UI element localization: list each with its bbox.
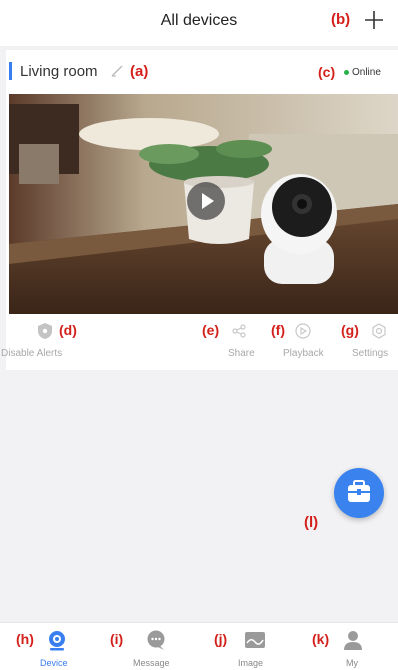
annotation-c: (c): [318, 64, 336, 80]
annotation-e: (e): [202, 322, 220, 338]
toolbox-icon: [348, 480, 370, 502]
annotation-g: (g): [341, 322, 359, 338]
tab-message[interactable]: (i) Message: [100, 623, 200, 670]
edit-name-button[interactable]: [110, 64, 124, 83]
settings-button[interactable]: (g) Settings: [341, 320, 398, 365]
tab-image[interactable]: (j) Image: [200, 623, 300, 670]
tab-image-label: Image: [238, 658, 264, 668]
share-label: Share: [228, 348, 255, 359]
image-icon: [245, 632, 265, 648]
share-icon: [232, 324, 246, 338]
settings-icon: [372, 323, 386, 339]
tab-device[interactable]: (h) Device: [0, 623, 100, 670]
tab-my[interactable]: (k) My: [300, 623, 398, 670]
chat-icon: [147, 630, 165, 650]
device-card: Living room (a) (c) Online (d) Disable A…: [1, 50, 398, 370]
plus-icon: [365, 11, 383, 29]
device-name: Living room: [20, 63, 98, 80]
tab-device-label: Device: [40, 658, 68, 668]
camera-icon: [49, 631, 65, 651]
annotation-i: (i): [110, 631, 124, 647]
annotation-l: (l): [304, 514, 319, 531]
playback-label: Playback: [283, 348, 324, 359]
camera-preview[interactable]: [9, 94, 398, 314]
annotation-k: (k): [312, 631, 330, 647]
play-button[interactable]: [187, 182, 225, 220]
top-bar: All devices (b): [0, 0, 398, 46]
disable-alerts-button[interactable]: (d) Disable Alerts: [1, 320, 96, 365]
annotation-h: (h): [16, 631, 34, 647]
pencil-icon: [111, 65, 123, 77]
tab-message-label: Message: [133, 658, 170, 668]
playback-icon: [295, 323, 311, 339]
bottom-tab-bar: (h) Device (i) Message (j) Image (k) My: [0, 622, 398, 670]
person-icon: [344, 631, 362, 650]
card-accent-bar: [9, 62, 12, 80]
status-dot-icon: [344, 69, 349, 75]
status-badge: Online: [344, 67, 381, 78]
shield-icon: [38, 323, 52, 339]
annotation-j: (j): [214, 631, 228, 647]
playback-button[interactable]: (f) Playback: [271, 320, 339, 365]
settings-label: Settings: [352, 348, 389, 359]
annotation-f: (f): [271, 322, 285, 338]
annotation-b: (b): [331, 11, 351, 28]
status-text: Online: [352, 67, 381, 78]
annotation-a: (a): [130, 63, 149, 80]
tab-my-label: My: [346, 658, 358, 668]
toolbox-fab[interactable]: [334, 468, 384, 518]
annotation-d: (d): [59, 322, 77, 338]
share-button[interactable]: (e) Share: [202, 320, 262, 365]
add-device-button[interactable]: [362, 8, 386, 32]
disable-alerts-label: Disable Alerts: [1, 348, 63, 359]
